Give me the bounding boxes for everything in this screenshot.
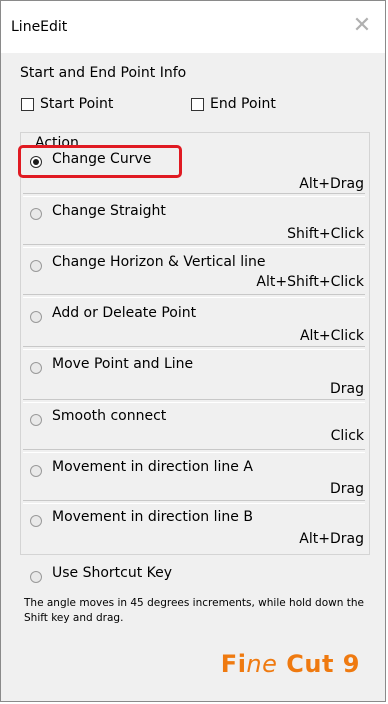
radio-movement-line-a[interactable] <box>30 465 42 477</box>
endpoint-info-heading: Start and End Point Info <box>20 65 187 81</box>
end-point-label[interactable]: End Point <box>210 96 276 112</box>
shortcut-change-horizon-vertical: Alt+Shift+Click <box>256 274 364 290</box>
radio-change-straight[interactable] <box>30 208 42 220</box>
separator <box>23 193 365 197</box>
option-label-change-straight[interactable]: Change Straight <box>52 203 166 219</box>
option-label-change-horizon-vertical[interactable]: Change Horizon & Vertical line <box>52 254 266 270</box>
finecut9-logo: Fine Cut 9 <box>220 650 360 678</box>
option-label-movement-line-b[interactable]: Movement in direction line B <box>52 509 253 525</box>
separator <box>23 500 365 504</box>
radio-add-delete-point[interactable] <box>30 311 42 323</box>
shortcut-move-point-line: Drag <box>329 381 364 397</box>
option-label-movement-line-a[interactable]: Movement in direction line A <box>52 459 253 475</box>
radio-movement-line-b[interactable] <box>30 515 42 527</box>
window-title: LineEdit <box>11 19 68 35</box>
selection-highlight-box <box>18 145 182 178</box>
separator <box>23 399 365 403</box>
separator <box>23 346 365 350</box>
shortcut-change-curve: Alt+Drag <box>299 176 364 192</box>
option-label-smooth-connect[interactable]: Smooth connect <box>52 408 166 424</box>
shortcut-smooth-connect: Click <box>330 428 364 444</box>
use-shortcut-key-label[interactable]: Use Shortcut Key <box>52 565 172 581</box>
angle-note: The angle moves in 45 degrees increments… <box>24 597 364 624</box>
shortcut-add-delete-point: Alt+Click <box>299 328 364 344</box>
radio-smooth-connect[interactable] <box>30 414 42 426</box>
option-label-move-point-line[interactable]: Move Point and Line <box>52 356 193 372</box>
start-point-label[interactable]: Start Point <box>40 96 113 112</box>
radio-use-shortcut-key[interactable] <box>30 571 42 583</box>
title-bar: LineEdit ✕ <box>1 1 385 53</box>
shortcut-movement-line-a: Drag <box>329 481 364 497</box>
separator <box>23 244 365 248</box>
radio-move-point-line[interactable] <box>30 362 42 374</box>
start-point-checkbox[interactable] <box>21 98 34 111</box>
separator <box>23 294 365 298</box>
shortcut-movement-line-b: Alt+Drag <box>299 531 364 547</box>
radio-change-horizon-vertical[interactable] <box>30 260 42 272</box>
shortcut-change-straight: Shift+Click <box>287 226 364 242</box>
option-label-add-delete-point[interactable]: Add or Deleate Point <box>52 305 196 321</box>
end-point-checkbox[interactable] <box>191 98 204 111</box>
separator <box>23 449 365 453</box>
close-icon[interactable]: ✕ <box>349 13 375 39</box>
